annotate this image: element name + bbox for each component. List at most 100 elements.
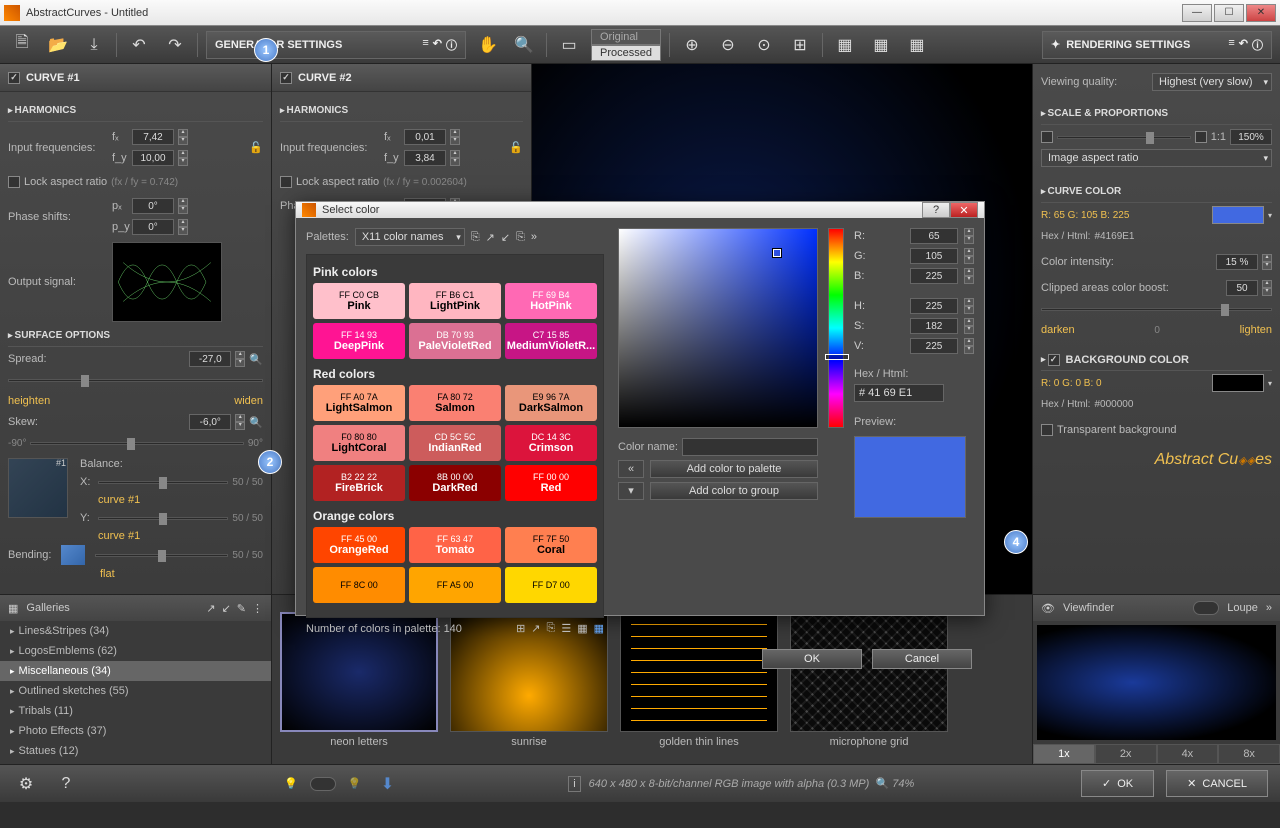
color-chip[interactable]: FF 14 93DeepPink [313,323,405,359]
color-chip[interactable]: FF 63 47Tomato [409,527,501,563]
color-chip[interactable]: FF 00 00Red [505,465,597,501]
balance-x-slider[interactable] [98,481,228,484]
reset-icon[interactable]: ↶ [1239,37,1248,53]
add-to-group-button[interactable]: Add color to group [650,482,818,500]
help-icon[interactable]: ? [52,770,80,798]
palette-dropdown[interactable]: X11 color names [355,228,465,246]
tool3-icon[interactable]: ⎘ [547,622,556,635]
maximize-button[interactable]: ☐ [1214,4,1244,22]
spread-input[interactable] [189,351,231,367]
gallery-item[interactable]: Lines&Stripes (34) [0,621,271,641]
px-input[interactable] [132,198,174,214]
export-palette-icon[interactable]: ↗ [486,231,495,244]
open-file-icon[interactable]: 📂 [44,31,72,59]
curve2-enable-checkbox[interactable]: ✓ [280,72,292,84]
dialog-cancel-button[interactable]: Cancel [872,649,972,669]
lock-aspect2-checkbox[interactable] [280,176,292,188]
color-chip[interactable]: FF B6 C1LightPink [409,283,501,319]
intensity-input[interactable] [1216,254,1258,270]
copy-icon[interactable]: ⎘ [516,231,525,244]
import-palette-icon[interactable]: ↙ [501,231,510,244]
lock-icon[interactable]: 🔓 [509,141,523,154]
fx2-input[interactable] [404,129,446,145]
export-icon[interactable]: ↗ [206,602,215,615]
viewing-quality-dropdown[interactable]: Highest (very slow) [1152,73,1272,91]
color-chip[interactable]: FF A5 00 [409,567,501,603]
undo-icon[interactable]: ↶ [125,31,153,59]
dialog-close-button[interactable]: ✕ [950,202,978,218]
info-icon[interactable]: ⓘ [446,37,457,53]
gallery-item[interactable]: Photo Effects (37) [0,721,271,741]
fit-icon[interactable]: ⊙ [750,31,778,59]
grid-view-icon[interactable]: ▦ [577,622,587,635]
saturation-value-picker[interactable] [618,228,818,428]
download-icon[interactable]: ⬇ [373,770,401,798]
image-icon[interactable]: ▦ [831,31,859,59]
ok-button[interactable]: ✓OK [1081,770,1154,797]
color-chip[interactable]: 8B 00 00DarkRed [409,465,501,501]
b-input[interactable] [910,268,958,284]
g-input[interactable] [910,248,958,264]
edit-icon[interactable]: ✎ [237,602,246,615]
expand-icon[interactable]: » [1266,602,1272,614]
color-chip[interactable]: E9 96 7ADarkSalmon [505,385,597,421]
search-icon[interactable]: 🔍 [249,416,263,429]
original-tab[interactable]: Original [591,29,661,45]
bending-slider[interactable] [95,554,228,557]
cancel-button[interactable]: ✕CANCEL [1166,770,1268,797]
chevron-icon[interactable]: » [531,231,537,243]
bulb-icon[interactable]: 💡 [284,777,298,790]
new-file-icon[interactable]: 🗎 [8,31,36,59]
scale-input[interactable] [1230,129,1272,145]
color-chip[interactable]: FF 8C 00 [313,567,405,603]
search-icon[interactable]: 🔍 [249,353,263,366]
h-input[interactable] [910,298,958,314]
image2-icon[interactable]: ▦ [867,31,895,59]
r-input[interactable] [910,228,958,244]
curve-color-swatch[interactable] [1212,206,1264,224]
skew-input[interactable] [189,414,231,430]
aspect-dropdown[interactable]: Image aspect ratio [1041,149,1272,167]
viewfinder-image[interactable] [1037,625,1276,740]
color-chip[interactable]: CD 5C 5CIndianRed [409,425,501,461]
gallery-item[interactable]: LogosEmblems (62) [0,641,271,661]
color-chip[interactable]: FF 69 B4HotPink [505,283,597,319]
pan-icon[interactable]: ✋ [474,31,502,59]
toggle-icon[interactable]: ▭ [555,31,583,59]
gallery-item[interactable]: Miscellaneous (34) [0,661,271,681]
loupe-toggle[interactable] [1193,601,1219,615]
color-chip[interactable]: F0 80 80LightCoral [313,425,405,461]
add-palette-prefix[interactable]: « [618,460,644,478]
palette-scroll[interactable]: Pink colorsFF C0 CBPinkFF B6 C1LightPink… [306,254,604,618]
color-chip[interactable]: FF C0 CBPink [313,283,405,319]
grid2-view-icon[interactable]: ▦ [594,622,604,635]
import-icon[interactable]: ↙ [222,602,231,615]
minimize-button[interactable]: — [1182,4,1212,22]
s-input[interactable] [910,318,958,334]
spread-slider[interactable] [8,379,263,382]
dialog-help-button[interactable]: ? [922,202,950,218]
fy2-input[interactable] [404,150,446,166]
gallery-item[interactable]: Tribals (11) [0,701,271,721]
color-chip[interactable]: FA 80 72Salmon [409,385,501,421]
color-chip[interactable]: FF D7 00 [505,567,597,603]
hue-slider[interactable] [828,228,844,428]
curve1-enable-checkbox[interactable]: ✓ [8,72,20,84]
bg-color-checkbox[interactable]: ✓ [1048,354,1060,366]
tool1-icon[interactable]: ⊞ [516,622,525,635]
info-icon[interactable]: ⓘ [1252,37,1263,53]
gallery-item[interactable]: Wallpapers&Patterns (86) [0,761,271,764]
list-view-icon[interactable]: ☰ [561,622,571,635]
more-icon[interactable]: ⋮ [252,602,263,615]
color-chip[interactable]: FF 45 00OrangeRed [313,527,405,563]
py-input[interactable] [132,219,174,235]
dialog-ok-button[interactable]: OK [762,649,862,669]
processed-tab[interactable]: Processed [591,45,661,61]
lock-icon[interactable]: 🔓 [249,141,263,154]
color-chip[interactable]: B2 22 22FireBrick [313,465,405,501]
zoom-2x[interactable]: 2x [1095,744,1157,764]
clipped-input[interactable] [1226,280,1258,296]
scale-slider[interactable] [1057,136,1191,139]
lock-aspect-checkbox[interactable] [8,176,20,188]
image3-icon[interactable]: ▦ [903,31,931,59]
